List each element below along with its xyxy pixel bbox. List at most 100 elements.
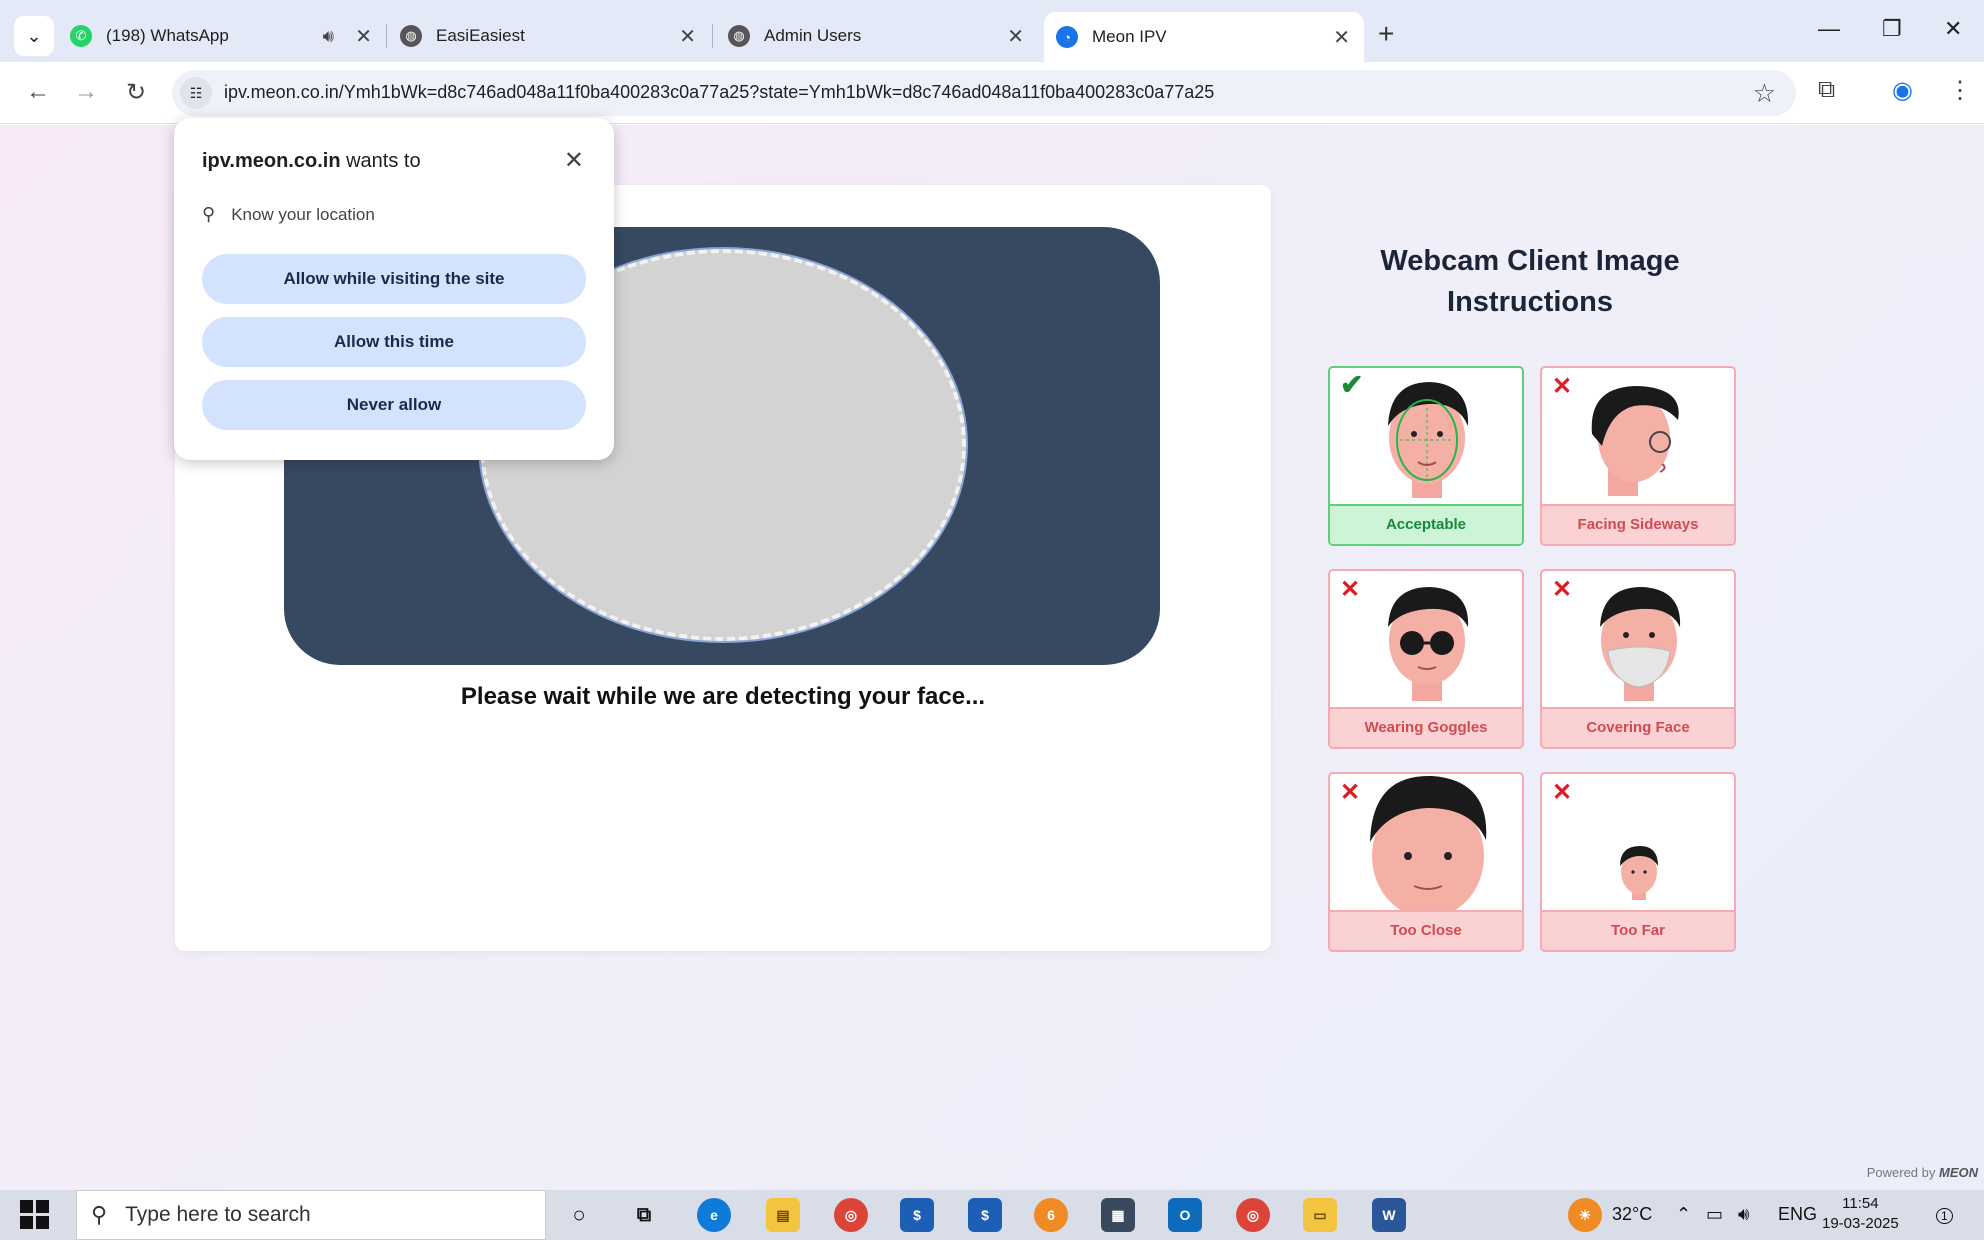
permission-title: ipv.meon.co.in wants to	[202, 150, 421, 173]
face-mask-illustration	[1600, 587, 1681, 701]
permission-site: ipv.meon.co.in	[202, 150, 341, 172]
tab-title: Admin Users	[764, 26, 862, 45]
globe-icon: ◍	[400, 25, 422, 47]
instruction-label: Too Far	[1542, 910, 1734, 950]
network-icon[interactable]: ▭	[1706, 1204, 1723, 1225]
file-explorer-icon[interactable]: ▤	[766, 1198, 800, 1232]
edge-icon[interactable]: e	[697, 1198, 731, 1232]
notification-badge: 1	[1936, 1208, 1953, 1224]
temperature[interactable]: 32°C	[1612, 1204, 1652, 1225]
instruction-covering-face: ✕ Covering Face	[1540, 569, 1736, 749]
volume-icon[interactable]: 🔊︎	[1738, 1204, 1749, 1225]
instruction-label: Wearing Goggles	[1330, 707, 1522, 747]
permission-request: ⚲ Know your location	[202, 204, 375, 225]
close-tab-icon[interactable]: ✕	[679, 24, 696, 49]
back-icon[interactable]: ←	[20, 74, 56, 110]
taskbar-search-placeholder: Type here to search	[125, 1203, 311, 1226]
close-window-icon[interactable]: ✕	[1944, 16, 1962, 42]
tab-title: (198) WhatsApp	[106, 26, 229, 45]
tab-admin-users[interactable]: ◍ Admin Users ✕	[728, 14, 1038, 58]
speaker-icon[interactable]: 🔊︎	[323, 26, 334, 47]
globe-icon: ◍	[728, 25, 750, 47]
tab-divider	[386, 24, 387, 48]
clock[interactable]: 11:54 19-03-2025	[1822, 1194, 1899, 1234]
close-tab-icon[interactable]: ✕	[355, 24, 372, 49]
instruction-label: Covering Face	[1542, 707, 1734, 747]
clock-date: 19-03-2025	[1822, 1215, 1899, 1232]
instruction-acceptable: ✔ Acceptable	[1328, 366, 1524, 546]
chevron-down-icon: ⌄	[26, 25, 42, 46]
close-tab-icon[interactable]: ✕	[1007, 24, 1024, 49]
task-view-icon[interactable]: ⧉	[627, 1198, 661, 1232]
instruction-too-far: ✕ Too Far	[1540, 772, 1736, 952]
powered-by-text: Powered by	[1866, 1165, 1936, 1180]
tab-easieasiest[interactable]: ◍ EasiEasiest ✕	[400, 14, 710, 58]
windows-taskbar: ⚲ Type here to search ○ ⧉ e ▤ ◎ $ $ 6 ▦ …	[0, 1190, 1984, 1240]
permission-wants-to: wants to	[346, 150, 421, 172]
weather-icon[interactable]: ☀	[1568, 1198, 1602, 1232]
taskbar-search[interactable]: ⚲ Type here to search	[76, 1190, 546, 1240]
restore-icon[interactable]: ❐	[1882, 16, 1902, 42]
face-sideways-illustration	[1591, 386, 1679, 496]
tab-title: EasiEasiest	[436, 26, 525, 45]
tab-search-button[interactable]: ⌄	[14, 16, 54, 56]
location-permission-popup: ipv.meon.co.in wants to ✕ ⚲ Know your lo…	[174, 118, 614, 460]
meon-icon: ◔	[1056, 26, 1078, 48]
tab-meon-ipv[interactable]: ◔ Meon IPV ✕	[1044, 12, 1364, 62]
bookmark-star-icon[interactable]: ☆	[1753, 78, 1776, 109]
permission-request-text: Know your location	[231, 204, 375, 224]
powered-by: Powered by MEON	[1867, 1165, 1978, 1180]
tray-chevron-icon[interactable]: ⌃	[1676, 1204, 1691, 1225]
face-acceptable-illustration	[1388, 382, 1469, 498]
clock-time: 11:54	[1842, 1195, 1879, 1212]
location-pin-icon: ⚲	[202, 204, 216, 224]
detection-status: Please wait while we are detecting your …	[460, 683, 986, 710]
minimize-icon[interactable]: —	[1818, 16, 1840, 42]
whatsapp-icon: ✆	[70, 25, 92, 47]
browser-toolbar: ← → ↻ ☷ ipv.meon.co.in/Ymh1bWk=d8c746ad0…	[0, 62, 1984, 124]
tab-whatsapp[interactable]: ✆ (198) WhatsApp 🔊︎ ✕	[70, 14, 386, 58]
tab-strip: ⌄ ✆ (198) WhatsApp 🔊︎ ✕ ◍ EasiEasiest ✕ …	[0, 0, 1984, 62]
menu-icon[interactable]: ⋮	[1948, 76, 1972, 105]
app-icon-folder[interactable]: ▭	[1303, 1198, 1337, 1232]
cortana-icon[interactable]: ○	[562, 1198, 596, 1232]
never-allow-button[interactable]: Never allow	[202, 380, 586, 430]
new-tab-button[interactable]: +	[1378, 18, 1394, 50]
app-icon-capex[interactable]: $	[968, 1198, 1002, 1232]
face-goggles-illustration	[1388, 587, 1469, 701]
instructions-title: Webcam Client Image Instructions	[1380, 245, 1680, 318]
chrome-icon[interactable]: ◎	[834, 1198, 868, 1232]
word-icon[interactable]: W	[1372, 1198, 1406, 1232]
forward-icon[interactable]: →	[68, 74, 104, 110]
tab-title: Meon IPV	[1092, 27, 1167, 46]
close-icon[interactable]: ✕	[564, 146, 584, 175]
app-icon-cdsl[interactable]: $	[900, 1198, 934, 1232]
face-too-close-illustration	[1370, 775, 1487, 912]
language-indicator[interactable]: ENG	[1778, 1204, 1817, 1225]
close-tab-icon[interactable]: ✕	[1333, 25, 1350, 50]
allow-while-visiting-button[interactable]: Allow while visiting the site	[202, 254, 586, 304]
profile-icon[interactable]: ◉	[1892, 76, 1913, 105]
instruction-label: Acceptable	[1330, 504, 1522, 544]
face-too-far-illustration	[1620, 846, 1658, 900]
reload-icon[interactable]: ↻	[118, 74, 154, 110]
search-icon: ⚲	[91, 1202, 108, 1227]
windows-start-icon[interactable]	[20, 1200, 50, 1230]
meon-logo: MEON	[1939, 1165, 1978, 1180]
instruction-wearing-goggles: ✕ Wearing Goggles	[1328, 569, 1524, 749]
url-text[interactable]: ipv.meon.co.in/Ymh1bWk=d8c746ad048a11f0b…	[224, 82, 1214, 103]
tab-divider	[712, 24, 713, 48]
instruction-facing-sideways: ✕ Facing Sideways	[1540, 366, 1736, 546]
calculator-icon[interactable]: ▦	[1101, 1198, 1135, 1232]
app-icon-flame[interactable]: 6	[1034, 1198, 1068, 1232]
chrome-profile-icon[interactable]: ◎	[1236, 1198, 1270, 1232]
site-info-icon[interactable]: ☷	[180, 77, 212, 109]
allow-this-time-button[interactable]: Allow this time	[202, 317, 586, 367]
instruction-label: Too Close	[1330, 910, 1522, 950]
outlook-icon[interactable]: O	[1168, 1198, 1202, 1232]
instruction-too-close: ✕ Too Close	[1328, 772, 1524, 952]
extensions-icon[interactable]: ⧉	[1818, 76, 1835, 104]
notifications-icon[interactable]: 1	[1936, 1204, 1953, 1225]
address-bar[interactable]: ☷ ipv.meon.co.in/Ymh1bWk=d8c746ad048a11f…	[172, 70, 1796, 116]
instruction-label: Facing Sideways	[1542, 504, 1734, 544]
